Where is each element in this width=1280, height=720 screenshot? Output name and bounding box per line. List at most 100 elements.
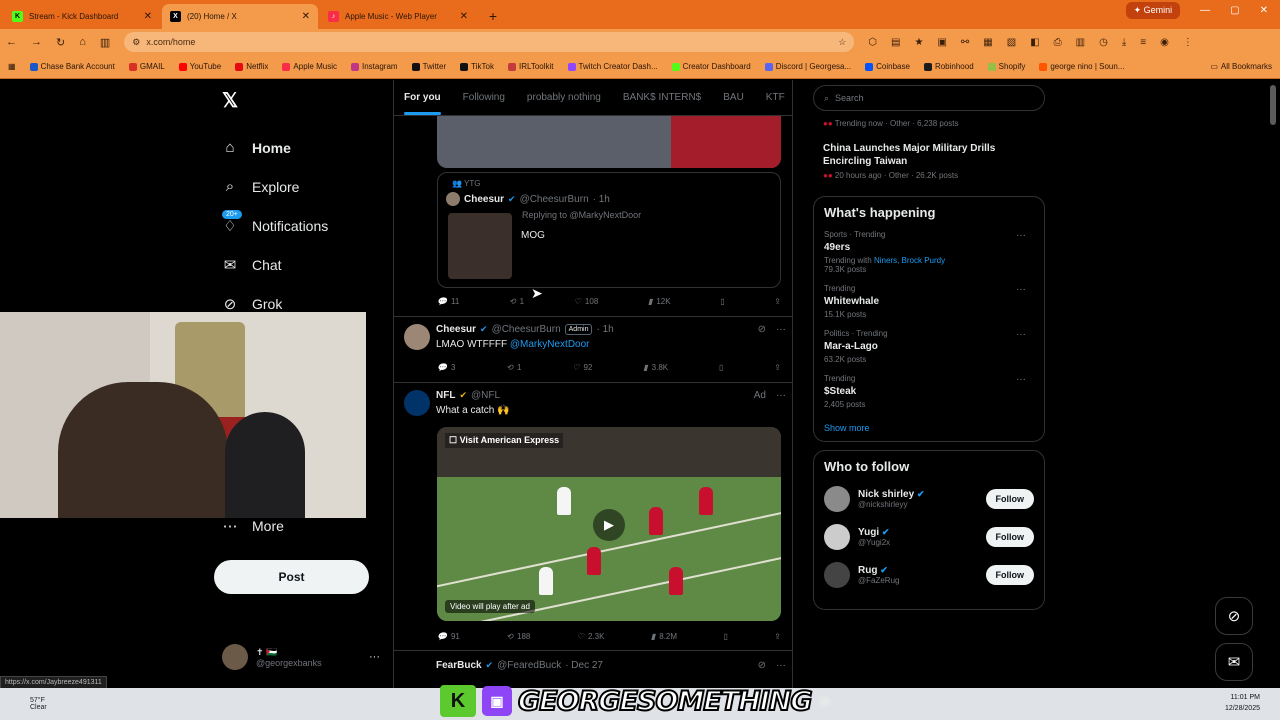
trend-item[interactable]: ··· Trending Whitewhale 15.1K posts — [824, 284, 1034, 319]
forward-icon[interactable]: → — [31, 36, 42, 48]
chrome-icon[interactable]: ◉ — [817, 691, 831, 711]
share-icon[interactable]: ⇪ — [774, 363, 781, 372]
tab-following[interactable]: Following — [463, 92, 505, 103]
extension-icon[interactable]: ▧ — [1007, 37, 1016, 48]
browser-tab-kick[interactable]: K Stream - Kick Dashboard ✕ — [4, 4, 160, 29]
author-handle[interactable]: @NFL — [471, 390, 500, 401]
nav-notifications[interactable]: 20+ ♢ Notifications — [222, 206, 328, 245]
reply-button[interactable]: 💬 11 — [437, 297, 459, 306]
history-icon[interactable]: ◷ — [1099, 37, 1108, 48]
bookmark-apple-music[interactable]: Apple Music — [282, 62, 337, 71]
follow-button[interactable]: Follow — [985, 565, 1034, 585]
browser-tab-apple-music[interactable]: ♪ Apple Music - Web Player ✕ — [320, 4, 476, 29]
ad-link[interactable]: ☐ Visit American Express — [445, 433, 564, 448]
tab-bau[interactable]: BAU — [723, 92, 744, 103]
bookmark-youtube[interactable]: YouTube — [178, 62, 221, 71]
kebab-menu-icon[interactable]: ⋮ — [1183, 37, 1193, 48]
x-logo-icon[interactable]: 𝕏 — [222, 88, 238, 113]
bookmark-irltoolkit[interactable]: IRLToolkit — [507, 62, 554, 71]
bookmark-tiktok[interactable]: TikTok — [460, 62, 494, 71]
more-dots-icon[interactable]: ··· — [1016, 230, 1026, 241]
messages-float-icon[interactable]: ✉ — [1215, 643, 1253, 681]
back-icon[interactable]: ← — [6, 36, 17, 48]
bookmark-icon[interactable]: ▯ — [723, 632, 727, 641]
nav-home[interactable]: ⌂ Home — [222, 128, 328, 167]
all-bookmarks[interactable]: ▭ All Bookmarks — [1210, 62, 1272, 71]
bookmark-soundcloud[interactable]: george nino | Soun... — [1039, 62, 1124, 71]
more-dots-icon[interactable]: ··· — [1016, 329, 1026, 340]
video-player[interactable]: ☐ Visit American Express ▶ Video will pl… — [437, 427, 781, 621]
bookmark-twitter[interactable]: Twitter — [411, 62, 446, 71]
menu-icon[interactable]: ≡ — [1140, 37, 1146, 48]
trend-item[interactable]: ··· Politics · Trending Mar-a-Lago 63.2K… — [824, 329, 1034, 364]
sidebar-toggle-icon[interactable]: ▥ — [100, 36, 110, 49]
author-handle[interactable]: @FearedBuck — [497, 660, 561, 671]
repost-button[interactable]: ⟲ 188 — [506, 632, 530, 641]
bookmark-coinbase[interactable]: Coinbase — [865, 62, 910, 71]
minimize-icon[interactable]: — — [1200, 5, 1210, 16]
gemini-button[interactable]: ✦ Gemini — [1125, 2, 1181, 19]
close-icon[interactable]: ✕ — [460, 11, 468, 22]
bookmark-netflix[interactable]: Netflix — [235, 62, 268, 71]
system-clock[interactable]: 11:01 PM 12/28/2025 — [1225, 692, 1260, 714]
tab-ktf[interactable]: KTF — [766, 92, 785, 103]
repost-button[interactable]: ⟲ 1 — [509, 297, 524, 306]
bookmark-instagram[interactable]: Instagram — [351, 62, 398, 71]
grok-float-icon[interactable]: ⊘ — [1215, 597, 1253, 635]
browser-tab-x[interactable]: X (20) Home / X ✕ — [162, 4, 318, 29]
post-button[interactable]: Post — [214, 560, 369, 594]
like-button[interactable]: ♡ 92 — [572, 363, 592, 372]
views-button[interactable]: ▮ 8.2M — [651, 632, 677, 641]
bookmark-shopify[interactable]: Shopify — [987, 62, 1025, 71]
bookmark-icon[interactable]: ▯ — [719, 363, 723, 372]
tab-for-you[interactable]: For you — [404, 92, 441, 115]
site-info-icon[interactable]: ⚙ — [132, 37, 140, 48]
download-icon[interactable]: ⤓ — [1122, 37, 1126, 48]
author-name[interactable]: FearBuck — [436, 660, 482, 671]
close-window-icon[interactable]: ✕ — [1260, 5, 1268, 16]
reply-button[interactable]: 💬 91 — [437, 632, 460, 641]
maximize-icon[interactable]: ▢ — [1230, 5, 1239, 16]
extension-icon[interactable]: ◧ — [1030, 37, 1039, 48]
author-handle[interactable]: @CheesurBurn — [520, 194, 589, 205]
mention-link[interactable]: @MarkyNextDoor — [510, 339, 590, 350]
tweet-media[interactable] — [437, 116, 781, 168]
follow-suggestion[interactable]: Yugi ✔ @Yugi2x Follow — [824, 524, 1034, 550]
extension-icon[interactable]: ⚯ — [961, 37, 969, 48]
trending-top[interactable]: ●● Trending now · Other · 6,238 posts Ch… — [813, 111, 1045, 188]
author-name[interactable]: Cheesur — [464, 194, 504, 205]
tweet-ad[interactable]: NFL ✔ @NFL Ad ··· What a catch 🙌 — [404, 390, 786, 420]
tab-probably-nothing[interactable]: probably nothing — [527, 92, 601, 103]
print-icon[interactable]: ⎙ — [1054, 37, 1062, 48]
show-more-link[interactable]: Show more — [824, 423, 1034, 433]
views-button[interactable]: ▮ 12K — [648, 297, 671, 306]
extension-icon[interactable]: ▣ — [937, 37, 946, 48]
close-icon[interactable]: ✕ — [144, 11, 152, 22]
quoted-tweet[interactable]: 👥 YTG Cheesur ✔ @CheesurBurn · 1h Replyi… — [437, 172, 781, 288]
quote-image[interactable] — [448, 213, 512, 279]
account-switcher[interactable]: ✝ 🇵🇸 @georgexbanks ··· — [222, 644, 380, 670]
share-icon[interactable]: ⇪ — [774, 632, 781, 641]
more-dots-icon[interactable]: ··· — [776, 660, 786, 671]
new-tab-button[interactable]: + — [484, 7, 502, 25]
views-button[interactable]: ▮ 3.8K — [643, 363, 668, 372]
page-scrollbar[interactable] — [1270, 85, 1276, 125]
author-handle[interactable]: @CheesurBurn — [492, 324, 561, 335]
repost-button[interactable]: ⟲ 1 — [506, 363, 521, 372]
extension-icon[interactable]: ▤ — [891, 37, 900, 48]
more-dots-icon[interactable]: ··· — [1016, 284, 1026, 295]
follow-suggestion[interactable]: Nick shirley ✔ @nickshirleyy Follow — [824, 486, 1034, 512]
nav-more[interactable]: ⋯ More — [222, 517, 284, 535]
more-dots-icon[interactable]: ··· — [776, 324, 786, 335]
bookmark-star-icon[interactable]: ☆ — [838, 37, 846, 48]
author-name[interactable]: NFL — [436, 390, 455, 401]
bookmark-twitch[interactable]: Twitch Creator Dash... — [567, 62, 658, 71]
more-dots-icon[interactable]: ··· — [1016, 374, 1026, 385]
weather-widget[interactable]: 57°F Clear — [30, 697, 47, 711]
profile-avatar-icon[interactable]: ◉ — [1160, 37, 1169, 48]
extension-icon[interactable]: ⬡ — [868, 37, 877, 48]
reply-button[interactable]: 💬 3 — [437, 363, 455, 372]
more-dots-icon[interactable]: ··· — [776, 390, 786, 401]
trend-item[interactable]: ··· Trending $Steak 2,405 posts — [824, 374, 1034, 409]
like-button[interactable]: ♡ 2.3K — [577, 632, 605, 641]
